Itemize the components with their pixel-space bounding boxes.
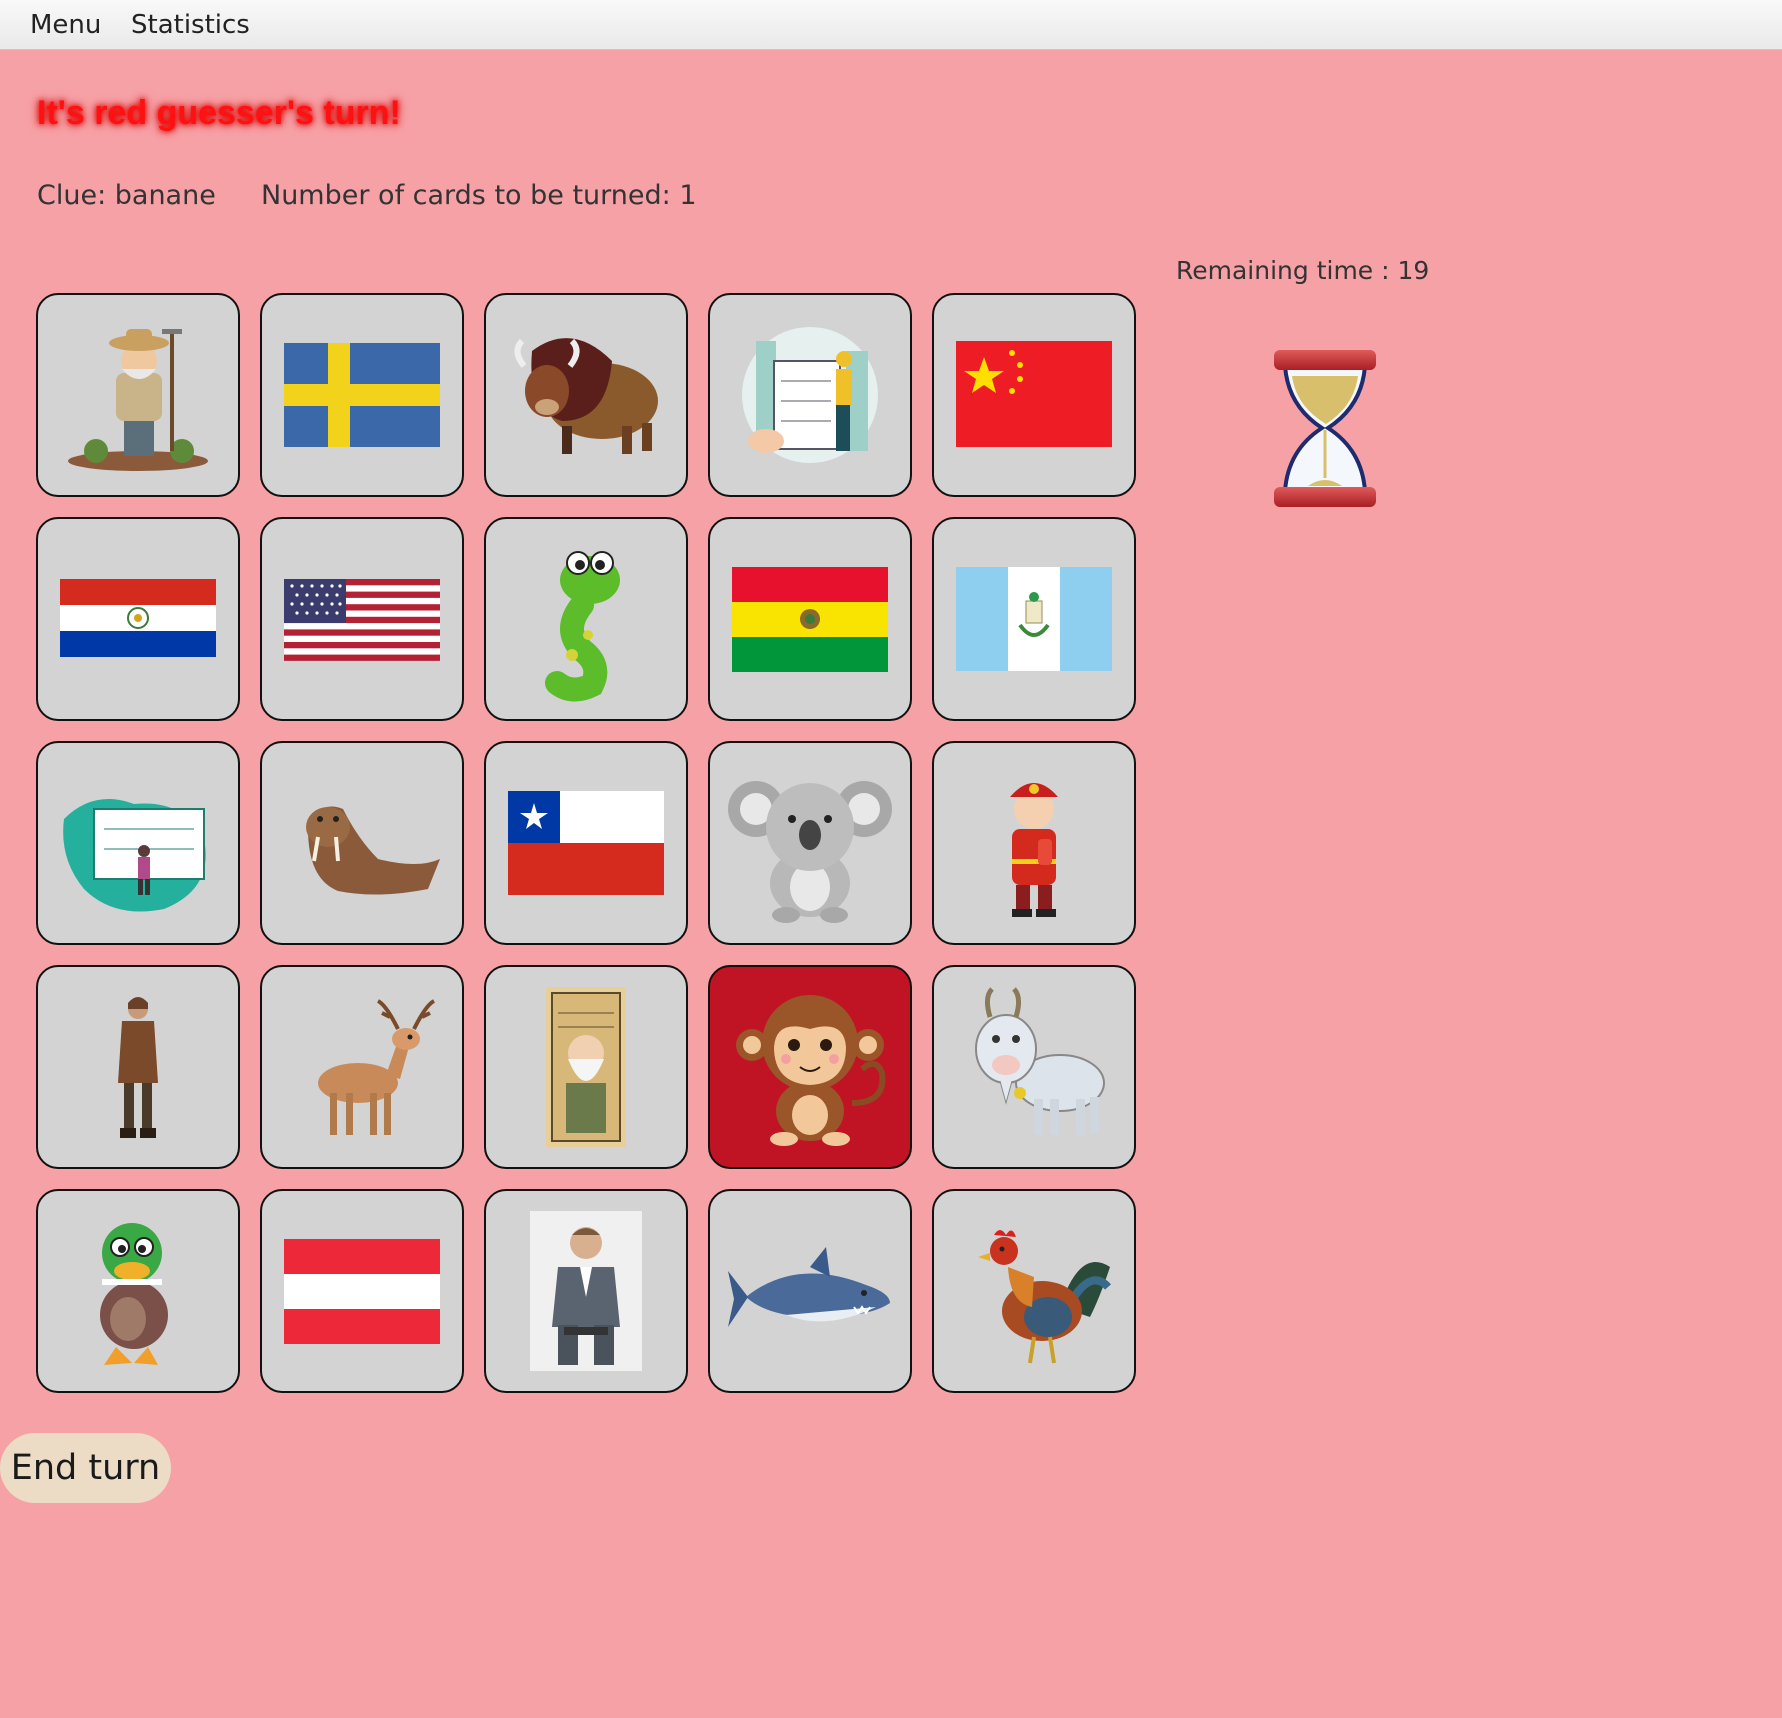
- architect-icon: [742, 327, 878, 463]
- card-actor[interactable]: [484, 1189, 688, 1393]
- farmer-icon: [68, 329, 208, 471]
- card-bolivia-flag[interactable]: [708, 517, 912, 721]
- card-monkey[interactable]: [708, 965, 912, 1169]
- shark-icon: [728, 1247, 890, 1327]
- firefighter-icon: [1010, 783, 1058, 917]
- chile-flag-icon: [508, 791, 664, 895]
- remaining-time-label: Remaining time : 19: [1176, 256, 1430, 285]
- usa-flag-icon: [284, 579, 440, 661]
- guatemala-flag-icon: [956, 567, 1112, 671]
- card-firefighter[interactable]: [932, 741, 1136, 945]
- menu-statistics[interactable]: Statistics: [131, 10, 250, 40]
- actor-icon: [530, 1211, 642, 1371]
- old-man-icon: [546, 987, 626, 1147]
- card-austria-flag[interactable]: [260, 1189, 464, 1393]
- card-deer[interactable]: [260, 965, 464, 1169]
- bolivia-flag-icon: [732, 567, 888, 672]
- sweden-flag-icon: [284, 343, 440, 447]
- card-farmer[interactable]: [36, 293, 240, 497]
- card-engineer[interactable]: [36, 741, 240, 945]
- card-old-man[interactable]: [484, 965, 688, 1169]
- card-koala[interactable]: [708, 741, 912, 945]
- card-paraguay-flag[interactable]: [36, 517, 240, 721]
- monkey-icon: [736, 995, 886, 1146]
- turn-banner: It's red guesser's turn!: [37, 94, 401, 132]
- card-shark[interactable]: [708, 1189, 912, 1393]
- card-bison[interactable]: [484, 293, 688, 497]
- card-aviator[interactable]: [36, 965, 240, 1169]
- card-china-flag[interactable]: [932, 293, 1136, 497]
- card-usa-flag[interactable]: [260, 517, 464, 721]
- clue-label: Clue: banane: [37, 180, 216, 211]
- engineer-icon: [63, 799, 206, 912]
- card-chile-flag[interactable]: [484, 741, 688, 945]
- duck-icon: [100, 1223, 168, 1365]
- aviator-icon: [118, 997, 158, 1138]
- deer-icon: [318, 999, 436, 1135]
- card-goat[interactable]: [932, 965, 1136, 1169]
- goat-icon: [975, 987, 1105, 1135]
- rooster-icon: [978, 1230, 1111, 1364]
- menu-menu[interactable]: Menu: [30, 10, 101, 40]
- koala-icon: [728, 781, 892, 923]
- austria-flag-icon: [284, 1239, 440, 1344]
- card-architect[interactable]: [708, 293, 912, 497]
- card-sweden-flag[interactable]: [260, 293, 464, 497]
- card-snake[interactable]: [484, 517, 688, 721]
- card-rooster[interactable]: [932, 1189, 1136, 1393]
- end-turn-button[interactable]: End turn: [0, 1433, 171, 1503]
- card-duck[interactable]: [36, 1189, 240, 1393]
- walrus-icon: [306, 806, 440, 895]
- card-walrus[interactable]: [260, 741, 464, 945]
- china-flag-icon: [956, 341, 1112, 447]
- card-grid: [36, 293, 1136, 1393]
- paraguay-flag-icon: [60, 579, 216, 657]
- cards-to-turn-label: Number of cards to be turned: 1: [261, 180, 697, 211]
- bison-icon: [514, 338, 658, 454]
- menu-bar: Menu Statistics: [0, 0, 1782, 50]
- card-guatemala-flag[interactable]: [932, 517, 1136, 721]
- hourglass-icon: [1270, 346, 1380, 511]
- snake-icon: [545, 551, 620, 702]
